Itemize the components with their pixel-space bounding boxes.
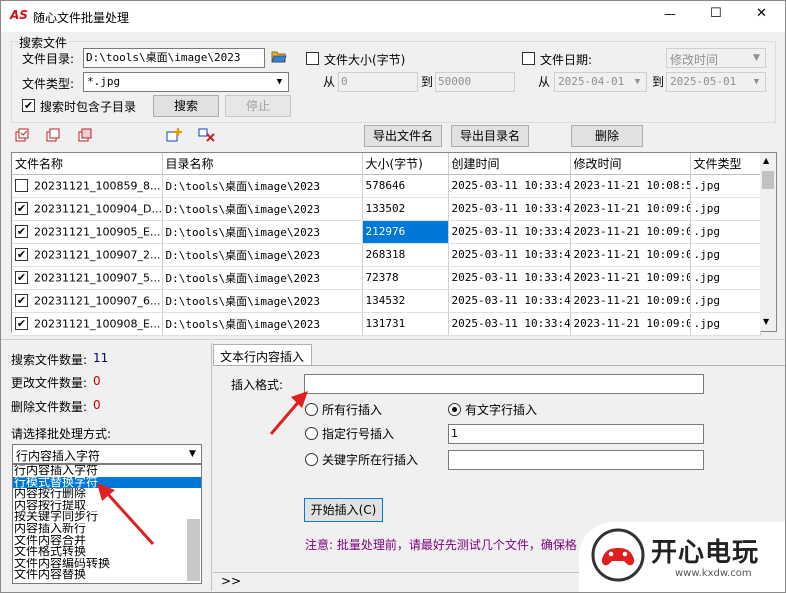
annotation-arrow-list <box>97 483 155 546</box>
app-window: AS 随心文件批量处理 — ☐ ✕ 搜索文件 文件目录: D:\tools\桌面… <box>0 0 786 593</box>
gamepad-icon <box>591 528 645 582</box>
watermark-brand: 开心电玩 <box>651 538 760 568</box>
watermark-logo: 开心电玩 www.kxdw.com <box>579 522 785 592</box>
watermark-site: www.kxdw.com <box>675 568 752 579</box>
annotation-arrows <box>97 391 308 546</box>
annotation-arrow-format <box>269 391 308 435</box>
